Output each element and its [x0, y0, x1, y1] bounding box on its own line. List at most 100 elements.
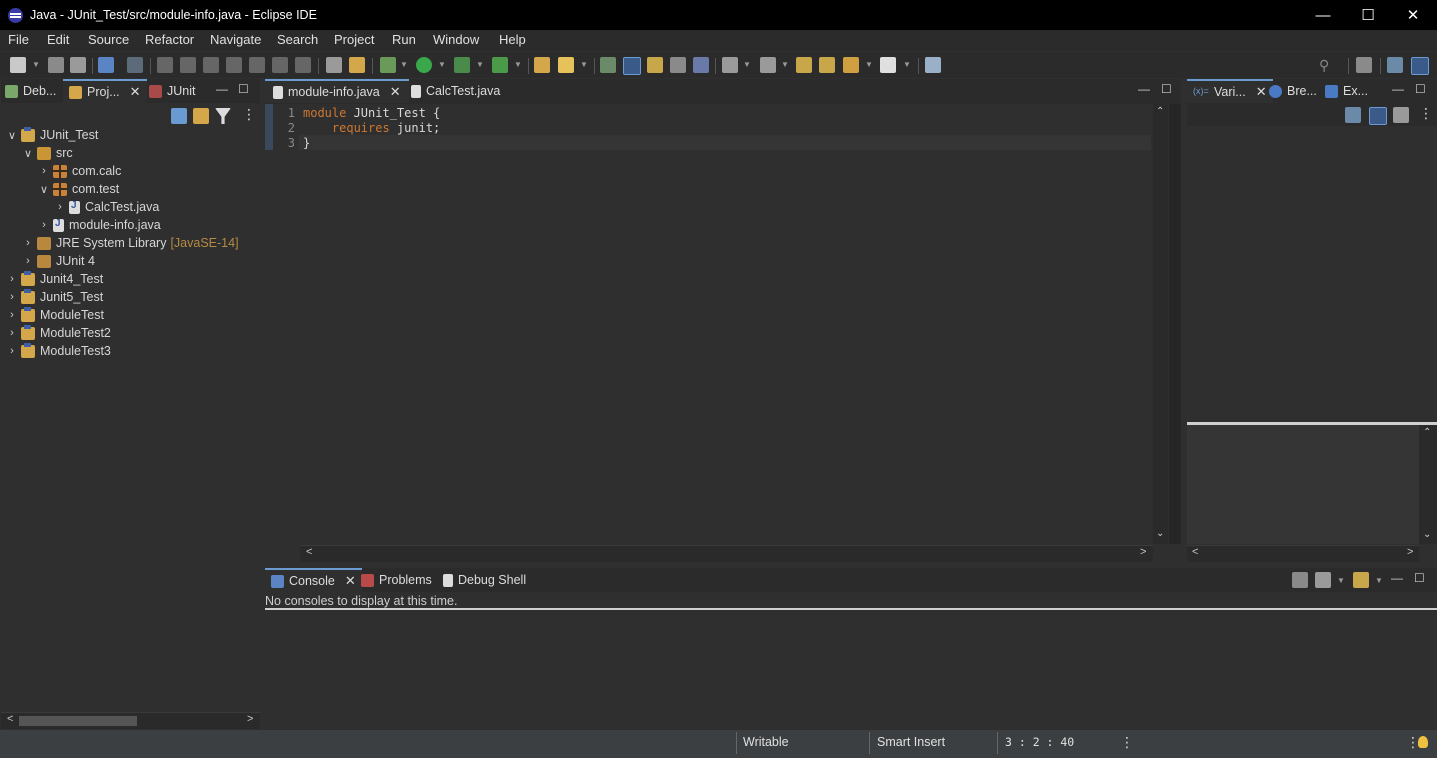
scroll-right-icon[interactable]: > — [247, 713, 253, 725]
maximize-view-icon[interactable]: ☐ — [1414, 571, 1425, 585]
expand-icon[interactable]: › — [21, 237, 35, 249]
detail-vertical-scrollbar[interactable]: ⌃ ⌄ — [1419, 425, 1437, 544]
menu-help[interactable]: Help — [499, 32, 526, 47]
toggle-mark-occurrences-icon[interactable] — [623, 57, 641, 75]
search-tool-icon[interactable] — [558, 57, 574, 73]
expand-icon[interactable]: ∨ — [5, 129, 19, 142]
close-tab-icon[interactable]: ✕ — [390, 84, 401, 100]
close-tab-icon[interactable]: ✕ — [345, 573, 356, 589]
expand-icon[interactable]: › — [5, 345, 19, 357]
menu-run[interactable]: Run — [392, 32, 416, 47]
tree-item-junit-test[interactable]: ∨ JUnit_Test — [5, 126, 98, 144]
tab-junit[interactable]: JUnit — [149, 79, 195, 103]
menu-project[interactable]: Project — [334, 32, 374, 47]
code-editor[interactable]: 1 2 3 module JUnit_Test { requires junit… — [265, 104, 1153, 544]
scroll-left-icon[interactable]: < — [306, 546, 312, 558]
tab-problems[interactable]: Problems — [361, 568, 432, 592]
tab-project-explorer[interactable]: Proj... ✕ — [63, 79, 147, 103]
expand-icon[interactable]: › — [53, 201, 67, 213]
maximize-view-icon[interactable]: ☐ — [238, 82, 249, 96]
previous-annotation-icon[interactable] — [760, 57, 776, 73]
new-icon[interactable] — [10, 57, 26, 73]
console-view-icon[interactable] — [98, 57, 114, 73]
status-menu-icon[interactable]: ⋮ — [1120, 734, 1134, 751]
scroll-right-icon[interactable]: > — [1407, 546, 1413, 558]
console-view[interactable]: No consoles to display at this time. — [265, 592, 1437, 729]
save-all-icon[interactable] — [70, 57, 86, 73]
step-return-icon[interactable] — [295, 57, 311, 73]
drop-to-frame-icon[interactable] — [326, 57, 342, 73]
scroll-left-icon[interactable]: < — [7, 713, 13, 725]
left-horizontal-scrollbar[interactable]: < > — [1, 712, 260, 729]
maximize-editor-icon[interactable]: ☐ — [1161, 82, 1172, 96]
tree-item-module-info[interactable]: › module-info.java — [37, 216, 161, 234]
minimize-editor-icon[interactable]: — — [1138, 82, 1150, 96]
expand-icon[interactable]: › — [37, 219, 51, 231]
coverage-icon[interactable] — [454, 57, 470, 73]
suspend-icon[interactable] — [180, 57, 196, 73]
filter-icon[interactable] — [215, 108, 231, 124]
back-icon[interactable] — [843, 57, 859, 73]
view-menu-icon[interactable]: ⋮ — [242, 106, 256, 123]
step-over-icon[interactable] — [272, 57, 288, 73]
search-icon[interactable]: ⚲ — [1319, 57, 1335, 73]
debug-perspective-icon[interactable] — [1411, 57, 1429, 75]
expand-icon[interactable]: › — [5, 291, 19, 303]
tree-item-junit4-test[interactable]: › Junit4_Test — [5, 270, 103, 288]
open-console-icon[interactable] — [1353, 572, 1369, 588]
scroll-down-icon[interactable]: ⌄ — [1423, 529, 1431, 540]
last-edit-location-icon[interactable] — [796, 57, 812, 73]
variables-view[interactable] — [1187, 126, 1437, 422]
tab-variables[interactable]: (x)= Vari... ✕ — [1187, 79, 1273, 103]
new-dropdown-icon[interactable]: ▼ — [32, 60, 40, 69]
tree-item-moduletest2[interactable]: › ModuleTest2 — [5, 324, 111, 342]
expand-icon[interactable]: › — [5, 273, 19, 285]
step-into-icon[interactable] — [249, 57, 265, 73]
pin-editor-icon[interactable] — [925, 57, 941, 73]
menu-navigate[interactable]: Navigate — [210, 32, 261, 47]
expand-icon[interactable]: › — [5, 309, 19, 321]
variable-detail-pane[interactable] — [1187, 425, 1419, 544]
terminate-icon[interactable] — [203, 57, 219, 73]
next-edit-location-icon[interactable] — [819, 57, 835, 73]
expand-icon[interactable]: ∨ — [21, 147, 35, 160]
debug-icon[interactable] — [380, 57, 396, 73]
view-menu-icon[interactable]: ⋮ — [1419, 105, 1433, 122]
tree-item-src[interactable]: ∨ src — [21, 144, 73, 162]
pin-console-icon[interactable] — [1292, 572, 1308, 588]
java-perspective-icon[interactable] — [1387, 57, 1403, 73]
external-tools-icon[interactable] — [492, 57, 508, 73]
menu-search[interactable]: Search — [277, 32, 318, 47]
minimize-icon[interactable]: — — [1300, 0, 1346, 30]
expand-icon[interactable]: › — [21, 255, 35, 267]
disconnect-icon[interactable] — [226, 57, 242, 73]
scroll-right-icon[interactable]: > — [1140, 546, 1146, 558]
tree-item-moduletest3[interactable]: › ModuleTest3 — [5, 342, 111, 360]
detail-horizontal-scrollbar[interactable]: < > — [1187, 545, 1419, 562]
minimize-view-icon[interactable]: — — [1392, 82, 1404, 96]
editor-horizontal-scrollbar[interactable]: < > — [300, 545, 1153, 562]
expand-icon[interactable]: › — [5, 327, 19, 339]
next-annotation-icon[interactable] — [722, 57, 738, 73]
skip-breakpoints-icon[interactable] — [127, 57, 143, 73]
tab-breakpoints[interactable]: Bre... — [1269, 79, 1317, 103]
collapse-icon[interactable] — [1393, 107, 1409, 123]
maximize-view-icon[interactable]: ☐ — [1415, 82, 1426, 96]
menu-refactor[interactable]: Refactor — [145, 32, 194, 47]
menu-file[interactable]: File — [8, 32, 29, 47]
scroll-up-icon[interactable]: ⌃ — [1156, 106, 1164, 117]
open-perspective-icon[interactable] — [1356, 57, 1372, 73]
collapse-all-icon[interactable] — [171, 108, 187, 124]
display-console-icon[interactable] — [1315, 572, 1331, 588]
expand-icon[interactable]: ∨ — [37, 183, 51, 196]
tab-module-info[interactable]: module-info.java ✕ — [265, 79, 409, 103]
pilcrow-icon[interactable] — [693, 57, 709, 73]
run-icon[interactable] — [416, 57, 432, 73]
collapse-all-icon[interactable] — [1345, 107, 1361, 123]
toggle-block-selection-icon[interactable] — [647, 57, 663, 73]
tree-item-moduletest[interactable]: › ModuleTest — [5, 306, 104, 324]
link-with-editor-icon[interactable] — [193, 108, 209, 124]
forward-icon[interactable] — [880, 57, 896, 73]
tree-item-com-calc[interactable]: › com.calc — [37, 162, 121, 180]
tab-debug-shell[interactable]: Debug Shell — [443, 568, 526, 592]
